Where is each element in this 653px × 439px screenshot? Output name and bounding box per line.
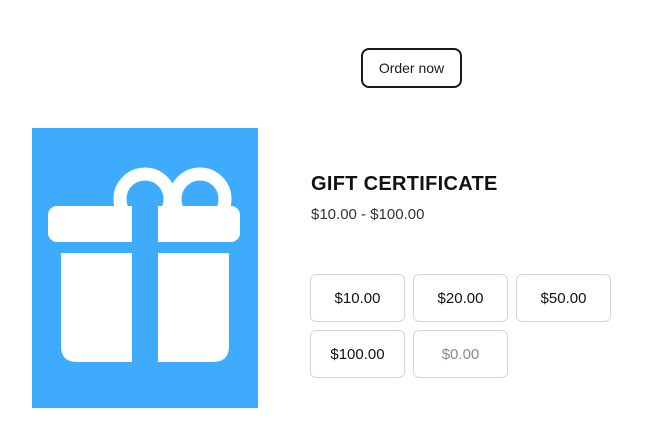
product-image <box>32 128 258 408</box>
amount-option-100[interactable]: $100.00 <box>310 330 405 378</box>
custom-amount-input[interactable]: $0.00 <box>413 330 508 378</box>
gift-icon <box>48 167 240 362</box>
amount-options: $10.00 $20.00 $50.00 $100.00 $0.00 <box>310 274 614 378</box>
amount-option-10[interactable]: $10.00 <box>310 274 405 322</box>
amount-option-20[interactable]: $20.00 <box>413 274 508 322</box>
price-range: $10.00 - $100.00 <box>311 206 425 223</box>
product-title: GIFT CERTIFICATE <box>311 173 498 195</box>
order-now-button[interactable]: Order now <box>361 48 462 88</box>
product-page: Order now GIFT CERTIFICATE $10.00 - $100… <box>0 0 653 439</box>
amount-option-50[interactable]: $50.00 <box>516 274 611 322</box>
